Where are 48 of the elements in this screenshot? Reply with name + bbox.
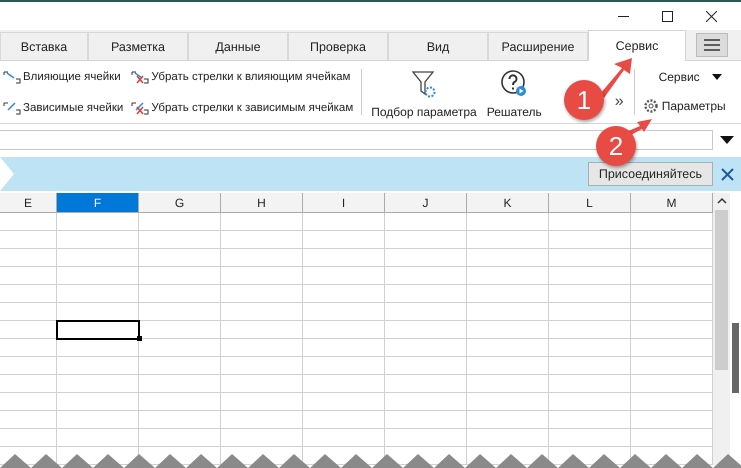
ribbon-tab[interactable]: Проверка (288, 32, 388, 60)
ribbon-command[interactable]: Влияющие ячейки (23, 70, 121, 82)
close-icon[interactable] (706, 10, 716, 22)
ribbon-tab[interactable]: Сервис (588, 30, 686, 61)
fill-handle[interactable] (137, 336, 142, 341)
ribbon-tab[interactable]: Данные (188, 32, 288, 60)
dropdown-arrow-icon[interactable] (712, 74, 722, 80)
trace-remove-icon (131, 100, 150, 114)
question-play-icon (500, 69, 528, 99)
trace-arrow-icon (3, 70, 21, 84)
ribbon-command[interactable]: Решатель (486, 105, 542, 119)
step-badge: 1 (564, 80, 604, 120)
ribbon-command[interactable]: Зависимые ячейки (23, 102, 124, 114)
column-header[interactable]: M (631, 193, 713, 213)
trace-arrow-icon (3, 100, 21, 114)
column-header[interactable]: I (303, 193, 385, 213)
column-header[interactable]: E (0, 193, 57, 213)
cell-grid[interactable] (0, 213, 713, 465)
scroll-up-icon[interactable] (716, 197, 726, 204)
trace-remove-icon (131, 70, 150, 84)
column-header[interactable]: G (139, 193, 221, 213)
join-button[interactable]: Присоединяйтесь (588, 162, 713, 186)
column-header[interactable]: K (467, 193, 549, 213)
ribbon-command[interactable]: Убрать стрелки к влияющим ячейкам (151, 70, 350, 82)
ribbon-tab[interactable]: Расширение (488, 32, 588, 60)
funnel-gear-icon (410, 69, 437, 99)
column-header[interactable]: L (549, 193, 631, 213)
column-header[interactable]: H (221, 193, 303, 213)
maximize-icon[interactable] (662, 10, 672, 22)
column-header[interactable]: F (57, 193, 139, 213)
column-header[interactable]: J (385, 193, 467, 213)
dropdown-arrow-icon[interactable] (720, 136, 734, 144)
tools-dropdown[interactable]: Сервис (658, 70, 700, 84)
scroll-thumb[interactable] (715, 210, 728, 370)
overflow-button[interactable]: » (614, 93, 624, 111)
ribbon-tab[interactable]: Вставка (0, 32, 88, 60)
gear-icon (642, 98, 659, 114)
ribbon-command[interactable]: Подбор параметра (371, 105, 477, 119)
menu-icon[interactable] (704, 39, 720, 51)
options-button[interactable]: Параметры (662, 99, 726, 113)
side-panel-handle[interactable] (732, 323, 739, 393)
selected-cell[interactable] (56, 320, 140, 340)
pointer-arrow (600, 58, 632, 98)
scrollbar[interactable] (713, 193, 730, 465)
ribbon-command[interactable]: Убрать стрелки к зависимым ячейкам (151, 102, 354, 114)
ribbon-tab[interactable]: Разметка (88, 32, 188, 60)
ribbon-tab[interactable]: Вид (388, 32, 488, 60)
menu-button[interactable] (696, 33, 728, 57)
